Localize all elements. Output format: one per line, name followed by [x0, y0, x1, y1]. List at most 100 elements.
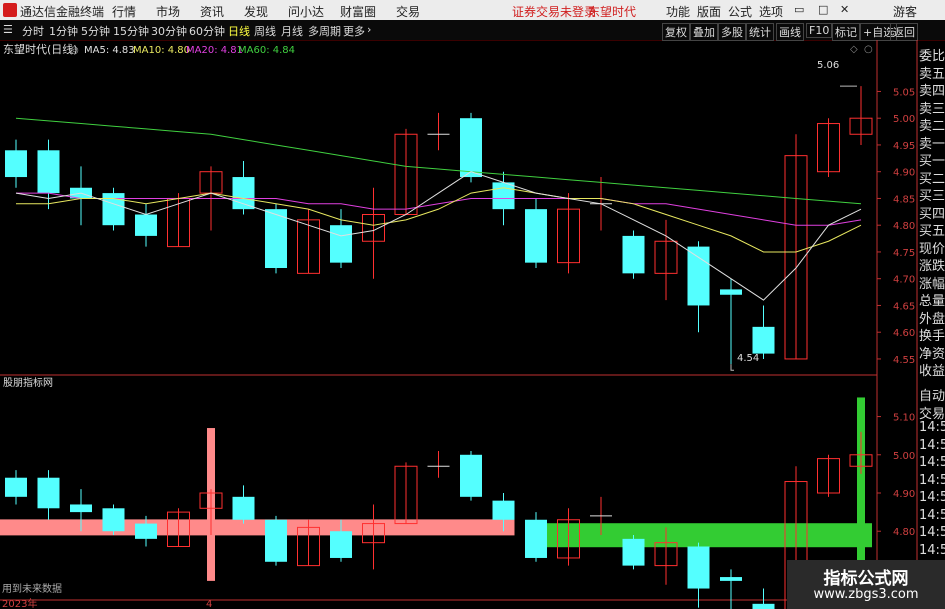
- side-label[interactable]: 14:56: [919, 455, 945, 470]
- side-label[interactable]: 14:56: [919, 490, 945, 505]
- side-label[interactable]: 交易: [919, 403, 945, 422]
- candle-body-down: [330, 531, 352, 558]
- candle-body-down: [102, 508, 125, 532]
- side-label[interactable]: 买二: [919, 168, 945, 187]
- candle-body-down: [232, 177, 255, 210]
- menu-discover[interactable]: 发现: [244, 3, 268, 20]
- period-tab-more[interactable]: 更多: [343, 23, 365, 39]
- diamond-icon[interactable]: ◇: [850, 44, 858, 55]
- minimize-icon[interactable]: ▭: [794, 3, 804, 16]
- axis-tick-label: 5.05: [893, 87, 915, 98]
- restore-rights-button[interactable]: 复权: [662, 23, 690, 41]
- axis-tick-label: 5.10: [893, 413, 915, 424]
- side-label[interactable]: 委比: [919, 45, 945, 64]
- candle-body-down: [37, 150, 60, 194]
- chevron-right-icon[interactable]: ›: [367, 23, 371, 36]
- axis-tick-label: 4.75: [893, 248, 915, 259]
- menu-wealth[interactable]: 财富圈: [340, 3, 376, 20]
- chart-area[interactable]: 4.55 4.60 4.65 4.70 4.75 4.80 4.85 4.90 4.95 5.00…: [0, 40, 945, 609]
- side-label[interactable]: 14:56: [919, 473, 945, 488]
- axis-tick-label: 4.90: [893, 168, 915, 179]
- side-label[interactable]: 换手: [919, 325, 945, 344]
- site-watermark: 指标公式网 www.zbgs3.com: [787, 560, 945, 609]
- side-label[interactable]: 14:56: [919, 438, 945, 453]
- restore-icon[interactable]: □: [818, 3, 828, 16]
- period-tab[interactable]: 分时: [22, 23, 44, 39]
- side-label[interactable]: 卖四: [919, 80, 945, 99]
- side-label[interactable]: 14:56: [919, 508, 945, 523]
- candle-body-down: [525, 209, 547, 263]
- period-tab[interactable]: 60分钟: [189, 23, 225, 39]
- date-axis-year: 2023年: [2, 597, 37, 609]
- period-tab[interactable]: 5分钟: [81, 23, 110, 39]
- mark-button[interactable]: 标记: [832, 23, 860, 41]
- side-label[interactable]: 总量: [919, 290, 945, 309]
- title-bar: 通达信金融终端 行情 市场 资讯 发现 问小达 财富圈 交易 证券交易未登录 东…: [0, 0, 945, 20]
- axis-tick-label: 4.60: [893, 328, 915, 339]
- side-label[interactable]: 外盘: [919, 308, 945, 327]
- menu-ask[interactable]: 问小达: [288, 3, 324, 20]
- side-label[interactable]: 现价: [919, 238, 945, 257]
- side-label[interactable]: 涨幅: [919, 273, 945, 292]
- main-candle-chart[interactable]: [5, 85, 873, 371]
- overlay-button[interactable]: 叠加: [690, 23, 718, 41]
- period-tab[interactable]: 1分钟: [49, 23, 78, 39]
- side-label[interactable]: 涨跌: [919, 255, 945, 274]
- low-pointer: [730, 364, 734, 371]
- axis-tick-label: 4.55: [893, 355, 915, 366]
- menu-trade[interactable]: 交易: [396, 3, 420, 20]
- side-label[interactable]: 14:56: [919, 420, 945, 435]
- side-label[interactable]: 收益: [919, 360, 945, 379]
- period-tab[interactable]: 多周期: [308, 23, 341, 39]
- side-label[interactable]: 净资: [919, 343, 945, 362]
- side-label[interactable]: 自动: [919, 385, 945, 404]
- side-label[interactable]: 卖五: [919, 63, 945, 82]
- side-label[interactable]: 卖二: [919, 115, 945, 134]
- circle-icon[interactable]: ○: [864, 44, 873, 55]
- multi-stock-button[interactable]: 多股: [718, 23, 746, 41]
- menu-function[interactable]: 功能: [666, 3, 690, 20]
- side-label[interactable]: 买四: [919, 203, 945, 222]
- candle-body-down: [135, 523, 157, 539]
- toolbar-menu-icon[interactable]: ☰: [3, 23, 13, 36]
- menu-quotes[interactable]: 行情: [112, 3, 136, 20]
- low-price-label: 4.54: [737, 353, 759, 364]
- indicator-title: 股朋指标网: [3, 376, 53, 389]
- settings-circle-icon[interactable]: ◎: [70, 45, 79, 56]
- f10-button[interactable]: F10: [806, 23, 833, 38]
- candle-body-down: [687, 246, 710, 306]
- statistics-button[interactable]: 统计: [746, 23, 774, 41]
- menu-layout[interactable]: 版面: [697, 3, 721, 20]
- side-label[interactable]: 卖三: [919, 98, 945, 117]
- period-tab[interactable]: 15分钟: [113, 23, 149, 39]
- axis-tick-label: 4.70: [893, 275, 915, 286]
- ma10-legend: MA10: 4.80: [133, 45, 190, 56]
- login-notice[interactable]: 证券交易未登录: [512, 3, 596, 20]
- side-label[interactable]: 14:56: [919, 543, 945, 558]
- menu-market[interactable]: 市场: [156, 3, 180, 20]
- side-label[interactable]: 卖一: [919, 133, 945, 152]
- side-label[interactable]: 买三: [919, 185, 945, 204]
- period-tab[interactable]: 周线: [254, 23, 276, 39]
- draw-line-button[interactable]: 画线: [776, 23, 804, 41]
- menu-news[interactable]: 资讯: [200, 3, 224, 20]
- close-icon[interactable]: ✕: [840, 3, 849, 16]
- side-label[interactable]: 买五: [919, 220, 945, 239]
- candle-body-down: [232, 496, 255, 520]
- candle-body-down: [492, 500, 515, 520]
- axis-tick-label: 4.80: [893, 221, 915, 232]
- period-toolbar: ☰ 分时 1分钟 5分钟 15分钟 30分钟 60分钟 日线 周线 月线 多周期…: [0, 20, 945, 41]
- guest-label[interactable]: 游客: [893, 3, 917, 20]
- candle-body-down: [265, 209, 287, 268]
- period-tab[interactable]: 月线: [281, 23, 303, 39]
- back-button[interactable]: 返回: [890, 23, 918, 41]
- candle-body-down: [720, 289, 742, 295]
- menu-options[interactable]: 选项: [759, 3, 783, 20]
- menu-formula[interactable]: 公式: [728, 3, 752, 20]
- side-label[interactable]: 买一: [919, 150, 945, 169]
- candle-body-down: [622, 538, 645, 566]
- period-tab[interactable]: 30分钟: [151, 23, 187, 39]
- period-tab-active[interactable]: 日线: [228, 23, 250, 39]
- side-label[interactable]: 14:56: [919, 525, 945, 540]
- indicator-chart[interactable]: [0, 397, 873, 609]
